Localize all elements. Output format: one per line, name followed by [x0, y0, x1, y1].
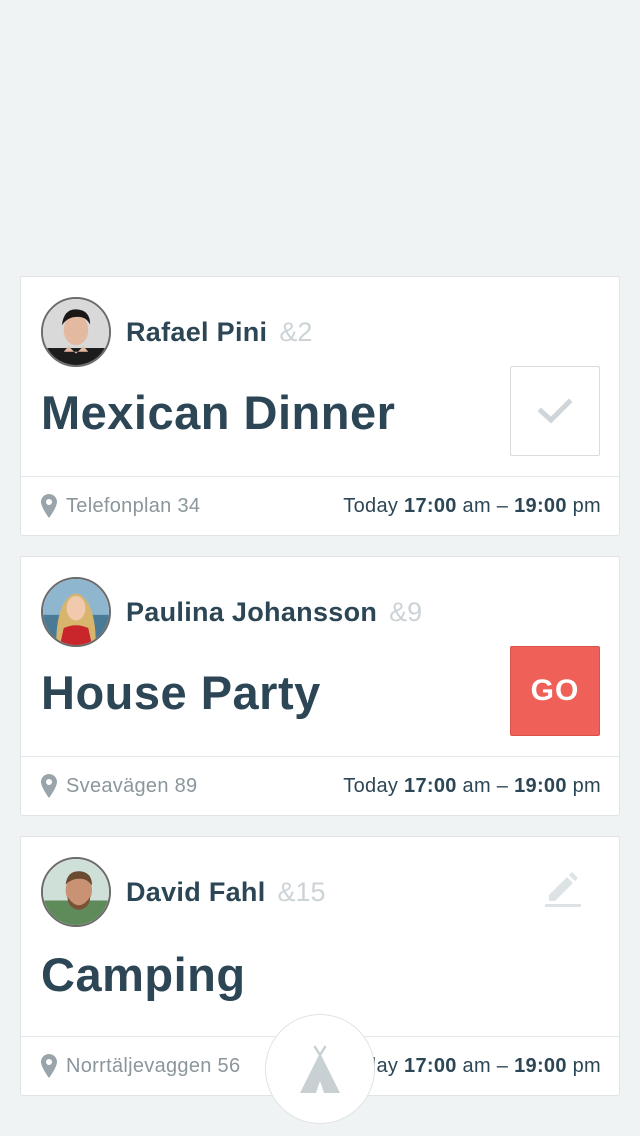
edit-button[interactable] [541, 865, 585, 909]
pencil-icon [545, 872, 581, 907]
avatar[interactable] [41, 577, 111, 647]
avatar[interactable] [41, 297, 111, 367]
location-pin-icon [41, 774, 57, 798]
event-card[interactable]: Rafael Pini &2 Mexican Dinner Telefonpla… [20, 276, 620, 536]
location-text: Norrtäljevaggen 56 [66, 1054, 241, 1077]
event-card[interactable]: Paulina Johansson &9 House Party GO Svea… [20, 556, 620, 816]
event-time: Today 17:00 am – 19:00 pm [343, 774, 601, 797]
location-pin-icon [41, 1054, 57, 1078]
host-name: Paulina Johansson [126, 596, 378, 627]
tent-icon [300, 1045, 340, 1093]
event-footer: Telefonplan 34 Today 17:00 am – 19:00 pm [21, 476, 619, 535]
event-time: Today 17:00 am – 19:00 pm [343, 494, 601, 517]
host-name: David Fahl [126, 876, 266, 907]
go-button[interactable]: GO [510, 646, 600, 736]
host-name: Rafael Pini [126, 316, 268, 347]
attend-check-button[interactable] [510, 366, 600, 456]
event-location[interactable]: Sveavägen 89 [41, 774, 197, 798]
guest-count: &9 [389, 596, 423, 627]
create-event-button[interactable] [265, 1014, 375, 1124]
check-icon [538, 398, 572, 424]
avatar[interactable] [41, 857, 111, 927]
location-text: Telefonplan 34 [66, 494, 201, 517]
event-title: Camping [41, 948, 246, 1001]
event-host: Rafael Pini &2 [41, 297, 312, 367]
event-title: House Party [41, 666, 321, 719]
location-text: Sveavägen 89 [66, 774, 198, 797]
event-title: Mexican Dinner [41, 386, 396, 439]
event-time: Today 17:00 am – 19:00 pm [343, 1054, 601, 1077]
event-feed: Rafael Pini &2 Mexican Dinner Telefonpla… [0, 0, 640, 1136]
event-host: David Fahl &15 [41, 857, 326, 927]
location-pin-icon [41, 494, 57, 518]
event-location[interactable]: Telefonplan 34 [41, 494, 200, 518]
guest-count: &2 [279, 316, 313, 347]
guest-count: &15 [277, 876, 326, 907]
event-host: Paulina Johansson &9 [41, 577, 422, 647]
event-location[interactable]: Norrtäljevaggen 56 [41, 1054, 240, 1078]
event-footer: Sveavägen 89 Today 17:00 am – 19:00 pm [21, 756, 619, 815]
